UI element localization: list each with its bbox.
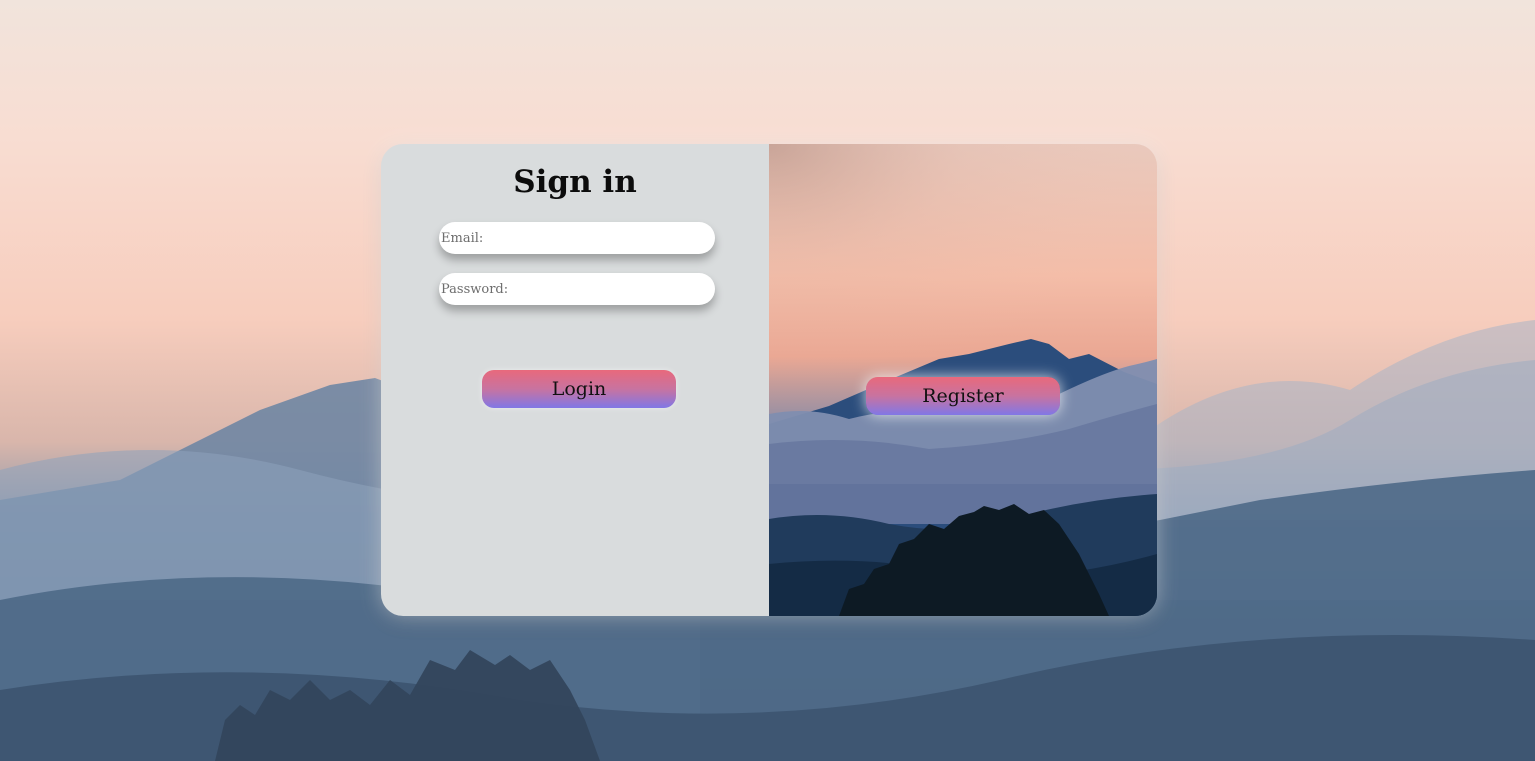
auth-card: Sign in Login bbox=[381, 144, 1157, 616]
login-button[interactable]: Login bbox=[482, 370, 676, 408]
password-field[interactable] bbox=[439, 273, 715, 305]
email-field[interactable] bbox=[439, 222, 715, 254]
sign-in-panel: Sign in Login bbox=[381, 144, 769, 616]
page-background: Sign in Login bbox=[0, 0, 1535, 761]
register-panel: Register bbox=[769, 144, 1157, 616]
sign-in-title: Sign in bbox=[513, 164, 637, 200]
register-button[interactable]: Register bbox=[866, 377, 1060, 415]
